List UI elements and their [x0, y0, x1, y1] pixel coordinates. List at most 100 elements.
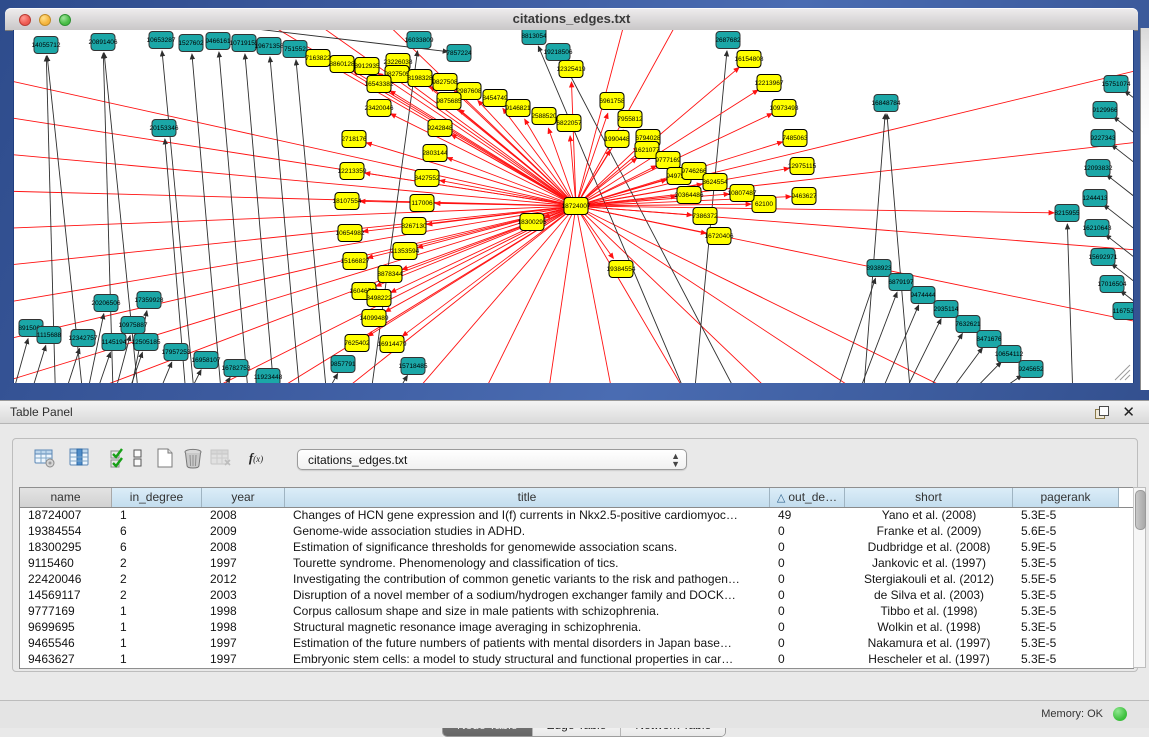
network-node[interactable]: 7857224 — [446, 45, 472, 62]
table-cell[interactable]: Genome-wide association studies in ADHD. — [285, 523, 770, 539]
network-node[interactable]: 10654982 — [336, 225, 365, 242]
table-cell[interactable]: 2012 — [202, 571, 285, 587]
network-node[interactable]: 15751074 — [1102, 76, 1131, 93]
row-mode-icon[interactable] — [131, 447, 145, 469]
table-cell[interactable]: 1997 — [202, 635, 285, 651]
network-node[interactable]: 8215955 — [1054, 205, 1080, 222]
table-cell[interactable]: 1997 — [202, 555, 285, 571]
network-node[interactable]: 2687682 — [715, 32, 741, 49]
table-cell[interactable]: 1 — [112, 635, 202, 651]
network-node[interactable]: 10653287 — [147, 32, 176, 49]
float-panel-icon[interactable] — [1095, 406, 1109, 419]
table-cell[interactable]: de Silva et al. (2003) — [845, 587, 1013, 603]
table-cell[interactable]: 5.3E-5 — [1013, 635, 1119, 651]
table-cell[interactable]: Wolkin et al. (1998) — [845, 619, 1013, 635]
table-row[interactable]: 2242004622012Investigating the contribut… — [20, 571, 1133, 587]
network-node[interactable]: 12325419 — [557, 61, 586, 78]
delete-trash-icon[interactable] — [181, 447, 205, 469]
network-node[interactable]: 16154808 — [735, 51, 764, 68]
network-node[interactable]: 23420046 — [365, 100, 394, 117]
table-cell[interactable]: 22420046 — [20, 571, 112, 587]
network-node[interactable]: 7163822 — [305, 50, 331, 67]
network-canvas[interactable]: 1872400714055712208914061065328715276029… — [13, 30, 1134, 383]
network-node[interactable]: 62100 — [752, 196, 776, 213]
table-cell[interactable]: Jankovic et al. (1997) — [845, 555, 1013, 571]
network-node[interactable]: 8938923 — [866, 260, 892, 277]
table-cell[interactable]: 0 — [770, 651, 845, 667]
network-node[interactable]: 20153346 — [150, 120, 179, 137]
table-cell[interactable]: 2 — [112, 555, 202, 571]
network-node[interactable]: 9777169 — [655, 152, 681, 169]
table-cell[interactable]: 49 — [770, 507, 845, 523]
network-node[interactable]: 6822057 — [556, 115, 582, 132]
table-cell[interactable]: 5.3E-5 — [1013, 507, 1119, 523]
network-node[interactable]: 1167533 — [1113, 303, 1133, 320]
network-node[interactable]: 9827508 — [432, 74, 458, 91]
network-node[interactable]: 10975887 — [119, 317, 148, 334]
table-row[interactable]: 911546021997Tourette syndrome. Phenomeno… — [20, 555, 1133, 571]
new-table-icon[interactable] — [153, 447, 177, 469]
table-cell[interactable]: Changes of HCN gene expression and I(f) … — [285, 507, 770, 523]
network-node[interactable]: 8860128 — [329, 56, 355, 73]
table-row[interactable]: 969969511998Structural magnetic resonanc… — [20, 619, 1133, 635]
table-cell[interactable]: Nakamura et al. (1997) — [845, 635, 1013, 651]
table-cell[interactable]: 5.6E-5 — [1013, 523, 1119, 539]
network-node[interactable]: 2588520 — [531, 108, 557, 125]
network-node[interactable]: 20206506 — [92, 295, 121, 312]
network-node[interactable]: 117006 — [410, 195, 434, 212]
table-cell[interactable]: 0 — [770, 555, 845, 571]
table-cell[interactable]: Estimation of significance thresholds fo… — [285, 539, 770, 555]
network-node[interactable]: 7632621 — [955, 316, 981, 333]
network-node[interactable]: 9474444 — [910, 287, 936, 304]
network-node[interactable]: 2803144 — [422, 145, 448, 162]
network-node[interactable]: 15718485 — [399, 358, 428, 375]
column-header-year[interactable]: year — [202, 488, 285, 507]
table-cell[interactable]: 5.3E-5 — [1013, 619, 1119, 635]
table-cell[interactable]: 0 — [770, 523, 845, 539]
table-cell[interactable]: 2008 — [202, 539, 285, 555]
close-panel-icon[interactable]: ✕ — [1122, 403, 1135, 421]
table-row[interactable]: 1938455462009Genome-wide association stu… — [20, 523, 1133, 539]
network-node[interactable]: 8471676 — [976, 331, 1002, 348]
network-node[interactable]: 16543382 — [365, 76, 394, 93]
network-node[interactable]: 7386372 — [692, 208, 718, 225]
network-node[interactable]: 8427552 — [414, 170, 440, 187]
table-cell[interactable]: Disruption of a novel member of a sodium… — [285, 587, 770, 603]
network-node[interactable]: 14099489 — [360, 310, 389, 327]
table-cell[interactable]: 2008 — [202, 507, 285, 523]
table-cell[interactable]: 5.5E-5 — [1013, 571, 1119, 587]
network-node[interactable]: 8454749 — [482, 90, 508, 107]
network-node[interactable]: 7625402 — [344, 335, 370, 352]
network-node[interactable]: 8912935 — [354, 58, 380, 75]
network-node[interactable]: 17016504 — [1098, 276, 1127, 293]
network-node[interactable]: 9129966 — [1092, 102, 1118, 119]
network-node[interactable]: 14055712 — [32, 37, 61, 54]
network-node[interactable]: 12213967 — [755, 75, 784, 92]
network-node[interactable]: 18724007 — [562, 198, 591, 215]
network-node[interactable]: 11353594 — [391, 243, 420, 260]
network-node[interactable]: 9466161 — [205, 33, 231, 50]
table-cell[interactable]: 19384554 — [20, 523, 112, 539]
table-cell[interactable]: 5.9E-5 — [1013, 539, 1119, 555]
network-node[interactable]: 3624554 — [702, 174, 728, 191]
network-node[interactable]: 11923448 — [254, 369, 283, 384]
table-cell[interactable]: 6 — [112, 539, 202, 555]
network-node[interactable]: 19384554 — [607, 261, 636, 278]
table-row[interactable]: 977716911998Corpus callosum shape and si… — [20, 603, 1133, 619]
network-node[interactable]: 16782753 — [222, 360, 251, 377]
table-cell[interactable]: 5.3E-5 — [1013, 555, 1119, 571]
network-node[interactable]: 10973493 — [770, 100, 799, 117]
table-cell[interactable]: Estimation of the future numbers of pati… — [285, 635, 770, 651]
network-node[interactable]: 19218506 — [544, 44, 573, 61]
network-node[interactable]: 12213359 — [338, 163, 367, 180]
network-node[interactable]: 9227343 — [1090, 130, 1116, 147]
network-node[interactable]: 16958107 — [192, 352, 221, 369]
network-node[interactable]: 1244413 — [1082, 190, 1108, 207]
network-node[interactable]: 8813054 — [521, 30, 547, 45]
network-node[interactable]: 12342757 — [69, 330, 98, 347]
table-cell[interactable]: Tibbo et al. (1998) — [845, 603, 1013, 619]
network-node[interactable]: 9242848 — [427, 120, 453, 137]
table-scrollbar[interactable] — [1133, 487, 1146, 668]
table-cell[interactable]: 2009 — [202, 523, 285, 539]
column-header-short[interactable]: short — [845, 488, 1013, 507]
